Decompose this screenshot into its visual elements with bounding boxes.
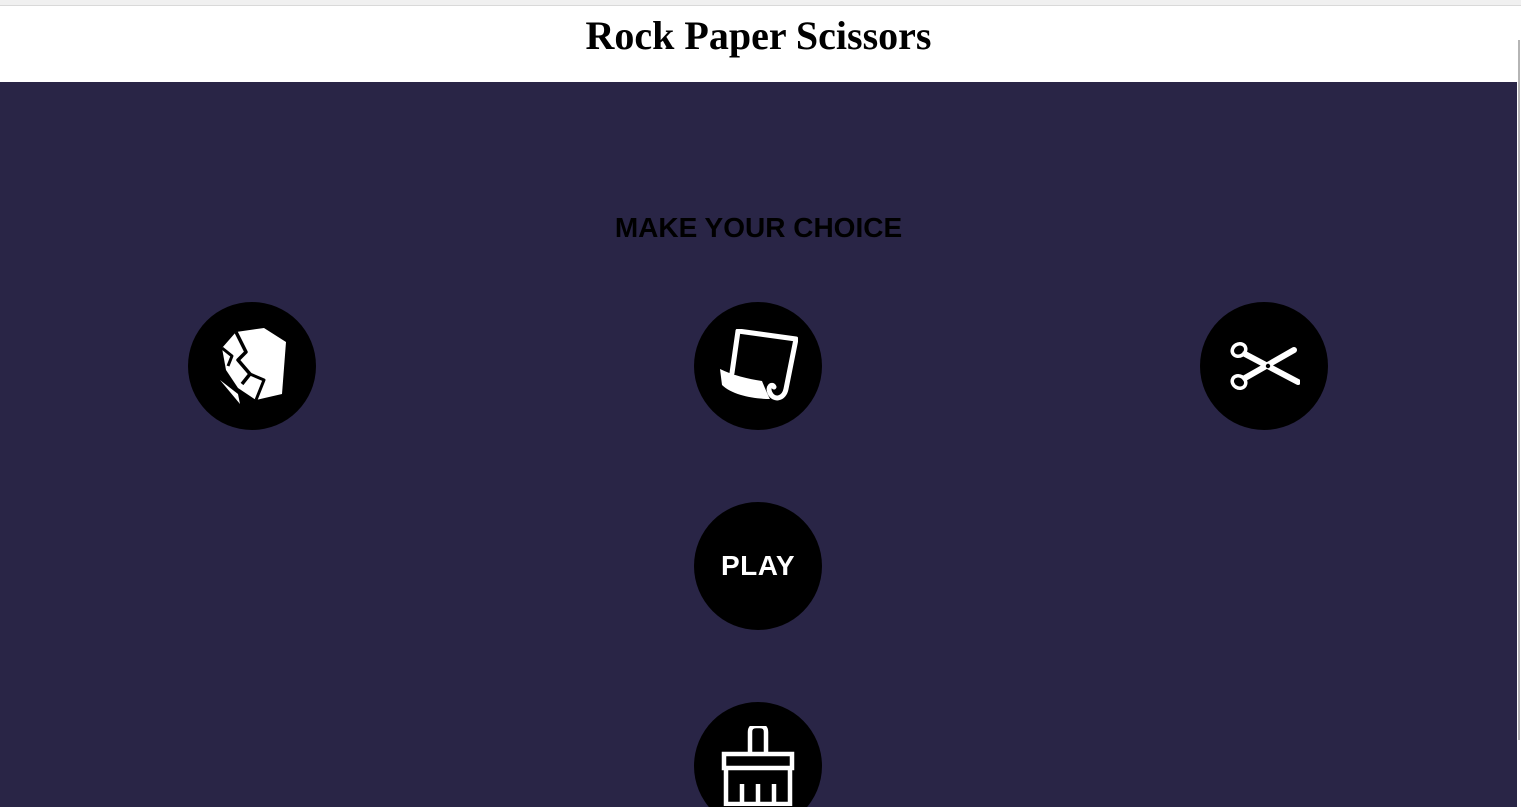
page-title: Rock Paper Scissors xyxy=(585,13,932,58)
play-button-label: PLAY xyxy=(720,550,796,581)
choice-prompt: MAKE YOUR CHOICE xyxy=(614,212,903,243)
game-area: MAKE YOUR CHOICE PLAY xyxy=(0,82,1517,807)
brush-icon xyxy=(721,726,795,806)
paper-icon xyxy=(720,329,798,401)
scissors-icon xyxy=(1230,341,1300,391)
scissors-button[interactable] xyxy=(1200,302,1328,430)
paper-button[interactable] xyxy=(694,302,822,430)
rock-icon xyxy=(220,328,286,404)
rock-button[interactable] xyxy=(188,302,316,430)
scrollbar-thumb[interactable] xyxy=(1518,40,1520,740)
play-button[interactable]: PLAY xyxy=(694,502,822,630)
reset-button[interactable] xyxy=(694,702,822,807)
page-header: Rock Paper Scissors xyxy=(0,6,1517,82)
